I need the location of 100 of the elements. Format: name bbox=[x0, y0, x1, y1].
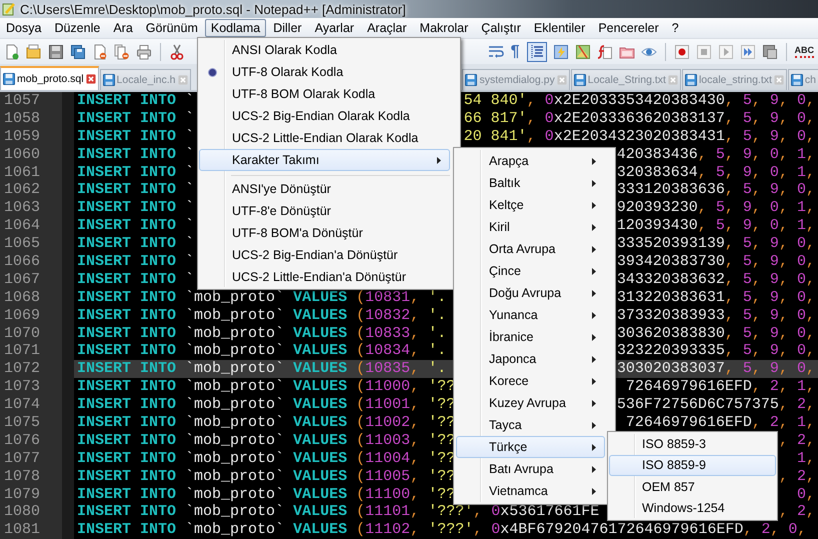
code-text: INSERT INTO ` bbox=[77, 235, 194, 254]
menu-option[interactable]: UCS-2 Little-Endian Olarak Kodla bbox=[199, 127, 450, 149]
code-text: INSERT INTO `mob_proto` VALUES (10832, '. bbox=[77, 306, 446, 325]
menu-option[interactable]: ANSI Olarak Kodla bbox=[199, 39, 450, 61]
menu-item[interactable]: Ayarlar bbox=[308, 19, 360, 37]
menu-option[interactable]: Doğu Avrupa bbox=[456, 282, 605, 304]
code-text: INSERT INTO `mob_proto` VALUES (10835, '. bbox=[77, 360, 446, 378]
menu-option[interactable]: Batı Avrupa bbox=[456, 458, 605, 480]
menu-option[interactable]: UTF-8 BOM'a Dönüştür bbox=[199, 222, 450, 244]
close-file-icon[interactable] bbox=[92, 44, 108, 60]
menu-item[interactable]: Ara bbox=[107, 19, 139, 37]
document-map-icon[interactable] bbox=[552, 44, 568, 60]
code-text: INSERT INTO ` bbox=[77, 217, 194, 236]
line-number: 1081 bbox=[3, 521, 42, 539]
menu-item[interactable]: Kodlama bbox=[204, 19, 266, 37]
code-text: 393420383730, 5, 9, 0, bbox=[616, 253, 815, 271]
code-text: , 2, bbox=[778, 468, 815, 486]
menu-option[interactable]: Türkçe bbox=[456, 436, 605, 458]
submenu-arrow-icon bbox=[592, 290, 596, 296]
folder-icon[interactable] bbox=[26, 44, 42, 60]
menu-option[interactable]: UTF-8'e Dönüştür bbox=[199, 200, 450, 222]
line-number: 1057 bbox=[3, 92, 42, 110]
menu-item[interactable]: Pencereler bbox=[592, 19, 665, 37]
menu-option[interactable]: UTF-8 BOM Olarak Kodla bbox=[199, 83, 450, 105]
save-all-icon[interactable] bbox=[70, 44, 86, 60]
floppy-icon bbox=[790, 74, 803, 86]
menu-option[interactable]: UCS-2 Little-Endian'a Dönüştür bbox=[199, 266, 450, 288]
line-number: 1062 bbox=[3, 181, 42, 200]
code-text: , 2, bbox=[778, 432, 815, 450]
code-text: 343320383632, 5, 9, 0, bbox=[616, 270, 815, 289]
menu-item[interactable]: Dosya bbox=[0, 19, 48, 37]
menu-option[interactable]: UCS-2 Big-Endian Olarak Kodla bbox=[199, 105, 450, 127]
menu-option[interactable]: Vietnamca bbox=[456, 480, 605, 502]
menu-option[interactable]: Keltçe bbox=[456, 194, 605, 216]
new-file-icon[interactable] bbox=[4, 44, 20, 60]
menu-option[interactable]: Kiril bbox=[456, 216, 605, 238]
spell-check-button[interactable]: ABC bbox=[794, 45, 814, 58]
word-wrap-icon[interactable] bbox=[488, 44, 504, 60]
menu-option[interactable]: Arapça bbox=[456, 150, 605, 172]
line-number: 1068 bbox=[3, 288, 42, 307]
show-all-characters-button[interactable]: ¶ bbox=[510, 44, 520, 60]
menu-option[interactable]: Tayca bbox=[456, 414, 605, 436]
menu-option[interactable]: ISO 8859-3 bbox=[609, 433, 776, 454]
indent-guide-button[interactable] bbox=[526, 42, 546, 62]
code-text: 320383634, 5, 9, 0, 1, bbox=[616, 164, 815, 182]
menu-option[interactable]: ANSI'ye Dönüştür bbox=[199, 178, 450, 200]
menu-option[interactable]: Karakter Takımı bbox=[199, 149, 450, 171]
code-text: INSERT INTO `mob_proto` VALUES (11101, '???', 0x53617661FE bbox=[77, 503, 600, 522]
menu-item[interactable]: Makrolar bbox=[414, 19, 474, 37]
code-text: 303020383037, 5, 9, 0, bbox=[616, 360, 815, 378]
submenu-arrow-icon bbox=[592, 312, 596, 318]
fast-forward-icon[interactable] bbox=[740, 44, 756, 60]
line-number: 1070 bbox=[3, 324, 42, 342]
menu-option[interactable]: Windows-1254 bbox=[609, 498, 776, 519]
code-text: INSERT INTO `mob_proto` VALUES (10831, '. bbox=[77, 288, 446, 307]
menu-item[interactable]: Çalıştır bbox=[475, 19, 527, 37]
menu-option[interactable]: İbranice bbox=[456, 326, 605, 348]
floppy-icon bbox=[574, 74, 586, 86]
scissors-icon[interactable] bbox=[169, 44, 185, 60]
menu-option[interactable]: UTF-8 Olarak Kodla bbox=[199, 61, 450, 83]
save-macro-icon[interactable] bbox=[762, 44, 778, 60]
line-number: 1071 bbox=[3, 342, 42, 360]
map-icon[interactable] bbox=[574, 44, 590, 60]
save-icon[interactable] bbox=[48, 44, 64, 60]
code-text: INSERT INTO ` bbox=[77, 128, 194, 146]
menu-item[interactable]: Araçlar bbox=[361, 19, 413, 37]
menu-item[interactable]: Düzenle bbox=[48, 19, 106, 37]
menu-option[interactable]: Japonca bbox=[456, 348, 605, 370]
menu-option[interactable]: Çince bbox=[456, 260, 605, 282]
menu-option[interactable]: Orta Avrupa bbox=[456, 238, 605, 260]
submenu-arrow-icon bbox=[592, 400, 596, 406]
record-icon[interactable] bbox=[674, 44, 690, 60]
code-text: 323220393335, 5, 9, 0, bbox=[616, 342, 815, 360]
menu-item[interactable]: Diller bbox=[267, 19, 308, 37]
menu-option[interactable]: Baltık bbox=[456, 172, 605, 194]
menu-option[interactable]: Yunanca bbox=[456, 304, 605, 326]
menu-item[interactable]: Eklentiler bbox=[528, 19, 592, 37]
menu-item[interactable]: Görünüm bbox=[140, 19, 204, 37]
code-text: INSERT INTO `mob_proto` VALUES (10834, '. bbox=[77, 342, 446, 360]
play-icon[interactable] bbox=[718, 44, 734, 60]
function-list-icon[interactable] bbox=[596, 44, 612, 60]
menu-item[interactable]: ? bbox=[666, 19, 685, 37]
menu-option[interactable]: OEM 857 bbox=[609, 476, 776, 498]
menu-option[interactable]: ISO 8859-9 bbox=[609, 454, 776, 476]
code-text: 54 840', 0x2E2033353420383430, 5, 9, 0, bbox=[464, 92, 815, 110]
close-icon[interactable] bbox=[86, 74, 96, 84]
line-number: 1075 bbox=[3, 414, 42, 432]
code-text: 373320383933, 5, 9, 0, bbox=[616, 306, 815, 325]
menu-option[interactable]: UCS-2 Big-Endian'a Dönüştür bbox=[199, 244, 450, 266]
menu-option[interactable]: Kuzey Avrupa bbox=[456, 392, 605, 414]
print-icon[interactable] bbox=[136, 44, 152, 60]
stop-icon[interactable] bbox=[696, 44, 712, 60]
line-number: 1072 bbox=[3, 360, 42, 378]
line-number: 1077 bbox=[3, 450, 42, 468]
file-tab[interactable]: mob_proto.sql bbox=[0, 66, 99, 90]
code-text: 536F72756D6C757375, 2, bbox=[616, 396, 815, 414]
line-number: 1065 bbox=[3, 235, 42, 254]
submenu-arrow-icon bbox=[592, 180, 596, 186]
close-all-icon[interactable] bbox=[114, 44, 130, 60]
menu-option[interactable]: Korece bbox=[456, 370, 605, 392]
